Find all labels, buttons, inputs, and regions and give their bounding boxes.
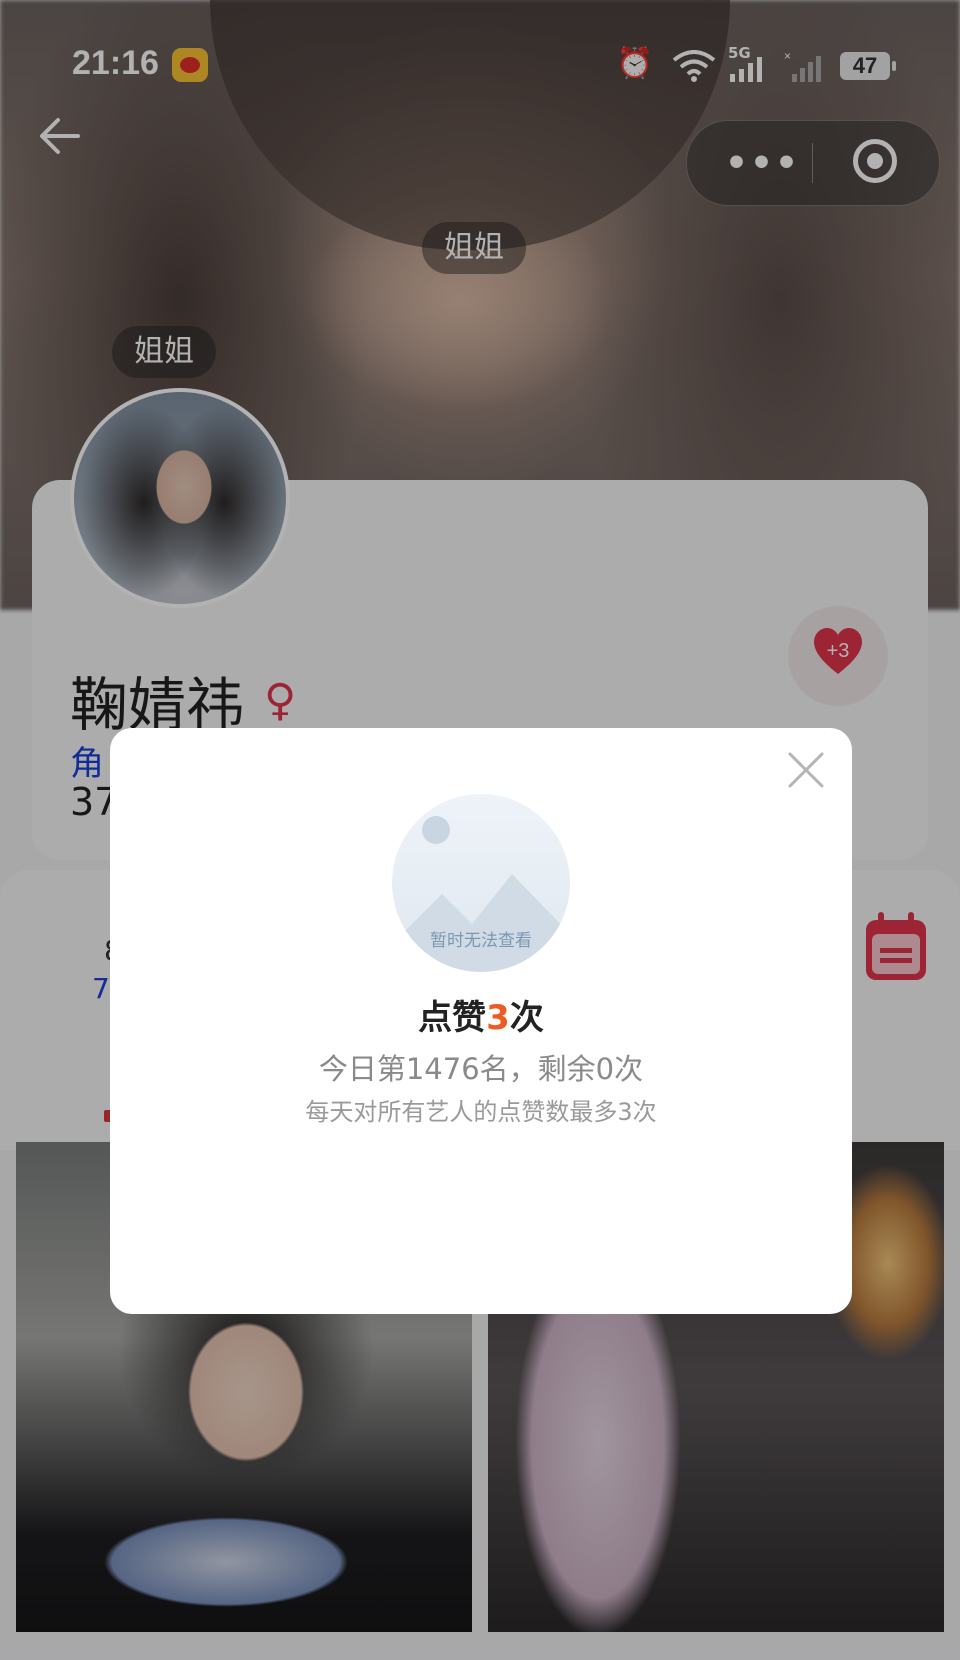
like-result-dialog: 暂时无法查看 点赞3次 今日第1476名，剩余0次 每天对所有艺人的点赞数最多3… (110, 728, 852, 1314)
screen: 21:16 ⏰ 5G × 47 ••• 姐姐 姐姐 鞠婧祎 ♀ 角 37 +3 … (0, 0, 960, 1660)
close-icon[interactable] (786, 750, 826, 790)
like-count: 3 (486, 998, 510, 1038)
rank-text: 今日第1476名，剩余0次 (318, 1052, 644, 1086)
like-title: 点赞3次 (418, 998, 544, 1038)
mountain-icon (392, 874, 570, 972)
placeholder-caption: 暂时无法查看 (430, 931, 532, 951)
image-placeholder: 暂时无法查看 (392, 794, 570, 972)
limit-note: 每天对所有艺人的点赞数最多3次 (305, 1098, 657, 1126)
